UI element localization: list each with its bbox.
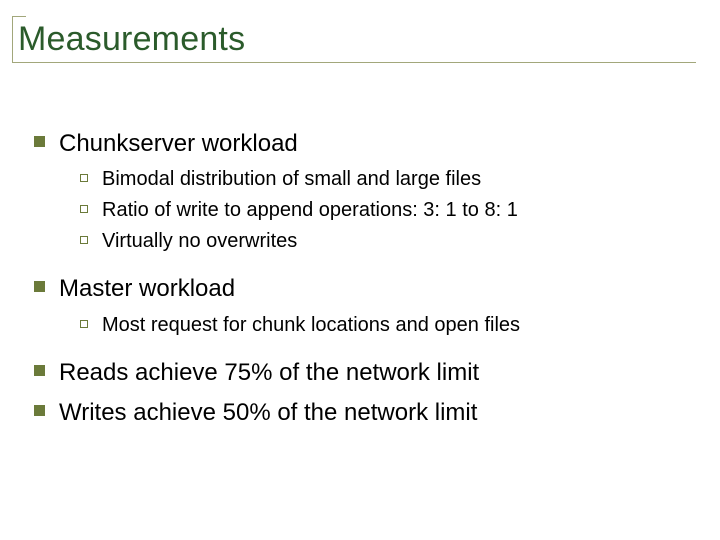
sub-list-item-label: Most request for chunk locations and ope… — [102, 312, 520, 339]
hollow-square-bullet-icon — [80, 320, 88, 328]
sub-list-item-label: Bimodal distribution of small and large … — [102, 166, 481, 193]
square-bullet-icon — [34, 281, 45, 292]
sub-list-item: Ratio of write to append operations: 3: … — [80, 197, 690, 224]
list-item: Chunkserver workload — [34, 128, 690, 160]
list-item-label: Chunkserver workload — [59, 128, 298, 160]
list-item: Writes achieve 50% of the network limit — [34, 397, 690, 429]
hollow-square-bullet-icon — [80, 205, 88, 213]
list-item: Master workload — [34, 273, 690, 305]
sub-list: Bimodal distribution of small and large … — [34, 166, 690, 255]
title-rule-top — [12, 16, 26, 17]
title-rule-vertical — [12, 16, 13, 62]
sub-list-item: Virtually no overwrites — [80, 228, 690, 255]
list-item-label: Writes achieve 50% of the network limit — [59, 397, 477, 429]
hollow-square-bullet-icon — [80, 236, 88, 244]
list-item-label: Reads achieve 75% of the network limit — [59, 357, 479, 389]
sub-list-item: Most request for chunk locations and ope… — [80, 312, 690, 339]
slide: Measurements Chunkserver workload Bimoda… — [0, 0, 720, 540]
sub-list-item-label: Virtually no overwrites — [102, 228, 297, 255]
hollow-square-bullet-icon — [80, 174, 88, 182]
square-bullet-icon — [34, 136, 45, 147]
list-item-label: Master workload — [59, 273, 235, 305]
slide-body: Chunkserver workload Bimodal distributio… — [34, 120, 690, 436]
sub-list-item-label: Ratio of write to append operations: 3: … — [102, 197, 518, 224]
square-bullet-icon — [34, 365, 45, 376]
title-area: Measurements — [12, 20, 700, 59]
square-bullet-icon — [34, 405, 45, 416]
list-item: Reads achieve 75% of the network limit — [34, 357, 690, 389]
sub-list: Most request for chunk locations and ope… — [34, 312, 690, 339]
sub-list-item: Bimodal distribution of small and large … — [80, 166, 690, 193]
slide-title: Measurements — [12, 20, 700, 59]
title-rule-bottom — [12, 62, 696, 63]
